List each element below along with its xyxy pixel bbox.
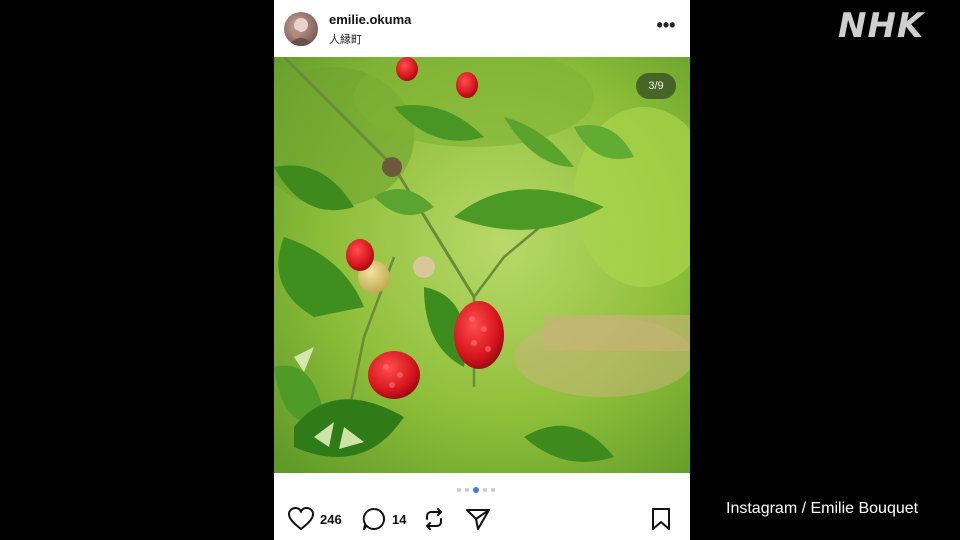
instagram-post: emilie.okuma 人縁町 ••• 3/9 246 14: [274, 0, 690, 540]
nhk-logo: NHK: [838, 6, 925, 46]
comment-button[interactable]: 14: [362, 506, 406, 532]
share-button[interactable]: [465, 506, 491, 532]
more-options-icon[interactable]: •••: [654, 16, 678, 38]
avatar[interactable]: [284, 12, 318, 46]
carousel-dot: [457, 488, 461, 492]
like-button[interactable]: 246: [288, 506, 342, 532]
comment-count: 14: [392, 511, 407, 527]
like-count: 246: [320, 511, 342, 527]
carousel-dot: [465, 488, 469, 492]
carousel-dots: [457, 486, 495, 494]
location-tag[interactable]: 人縁町: [329, 31, 362, 47]
post-photo[interactable]: 3/9: [274, 57, 690, 473]
post-header: emilie.okuma 人縁町 •••: [274, 0, 690, 57]
photo-counter: 3/9: [636, 73, 676, 99]
username[interactable]: emilie.okuma: [329, 12, 411, 27]
carousel-dot: [483, 488, 487, 492]
comment-bubble-icon: [362, 507, 385, 530]
source-credit: Instagram / Emilie Bouquet: [726, 500, 919, 517]
action-bar: 246 14: [274, 500, 690, 540]
carousel-dot: [491, 488, 495, 492]
heart-icon: [288, 507, 314, 531]
carousel-dot-active: [473, 487, 479, 493]
bookmark-icon: [652, 508, 670, 530]
repost-icon: [426, 508, 442, 530]
repost-button[interactable]: [422, 506, 446, 532]
save-button[interactable]: [650, 506, 672, 532]
send-icon: [466, 509, 490, 530]
